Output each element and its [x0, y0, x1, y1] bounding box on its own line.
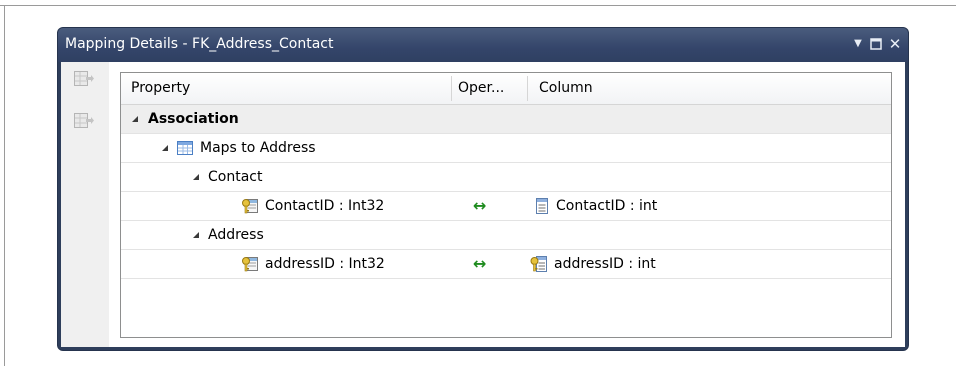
host-frame-left-border — [4, 5, 5, 366]
dropdown-arrow-icon[interactable]: ▼ — [850, 35, 866, 53]
mapping-operator-icon: ↔ — [473, 254, 487, 273]
tree-row-addressid[interactable]: addressID : Int32 ↔ addressID : int — [121, 250, 891, 279]
window-title-bar[interactable]: Mapping Details - FK_Address_Contact ▼ ✕ — [58, 28, 908, 62]
key-column-icon — [530, 256, 547, 272]
map-entity-icon[interactable] — [74, 71, 94, 87]
column-name: addressID : int — [554, 256, 656, 272]
mapping-toolbar — [61, 62, 109, 347]
mapping-operator-icon: ↔ — [473, 196, 487, 215]
maximize-icon[interactable] — [868, 35, 884, 53]
map-association-icon[interactable] — [74, 113, 94, 129]
window-body: Property Oper... Column Association Maps… — [61, 62, 905, 347]
key-property-icon — [242, 199, 258, 214]
tree-row-maps-to[interactable]: Maps to Address — [121, 134, 891, 163]
property-name: ContactID : Int32 — [265, 198, 385, 214]
property-name: addressID : Int32 — [265, 256, 385, 272]
tree-row-label: Association — [148, 111, 239, 127]
tree-row-contact[interactable]: Contact — [121, 163, 891, 192]
column-icon — [536, 198, 548, 214]
tree-row-contactid[interactable]: ContactID : Int32 ↔ ContactID : int — [121, 192, 891, 221]
table-icon — [177, 141, 193, 155]
collapse-triangle-icon[interactable] — [131, 115, 139, 123]
tree-row-address[interactable]: Address — [121, 221, 891, 250]
column-header-property[interactable]: Property — [131, 73, 451, 104]
tree-row-label: Address — [208, 227, 264, 243]
key-property-icon — [242, 257, 258, 272]
collapse-triangle-icon[interactable] — [161, 144, 169, 152]
host-frame-top-border — [0, 5, 956, 6]
grid-header: Property Oper... Column — [121, 73, 891, 105]
tree-row-label: Maps to Address — [200, 140, 316, 156]
mapping-grid: Property Oper... Column Association Maps… — [120, 72, 892, 338]
column-divider[interactable] — [451, 76, 452, 101]
column-header-operator[interactable]: Oper... — [458, 73, 518, 104]
collapse-triangle-icon[interactable] — [192, 231, 200, 239]
column-header-column[interactable]: Column — [539, 73, 879, 104]
column-divider[interactable] — [527, 76, 528, 101]
tree-row-label: Contact — [208, 169, 263, 185]
window-title: Mapping Details - FK_Address_Contact — [65, 36, 334, 52]
mapping-details-window: Mapping Details - FK_Address_Contact ▼ ✕ — [58, 28, 908, 350]
column-name: ContactID : int — [556, 198, 658, 214]
collapse-triangle-icon[interactable] — [192, 173, 200, 181]
close-icon[interactable]: ✕ — [887, 35, 903, 53]
tree-row-association[interactable]: Association — [121, 105, 891, 134]
